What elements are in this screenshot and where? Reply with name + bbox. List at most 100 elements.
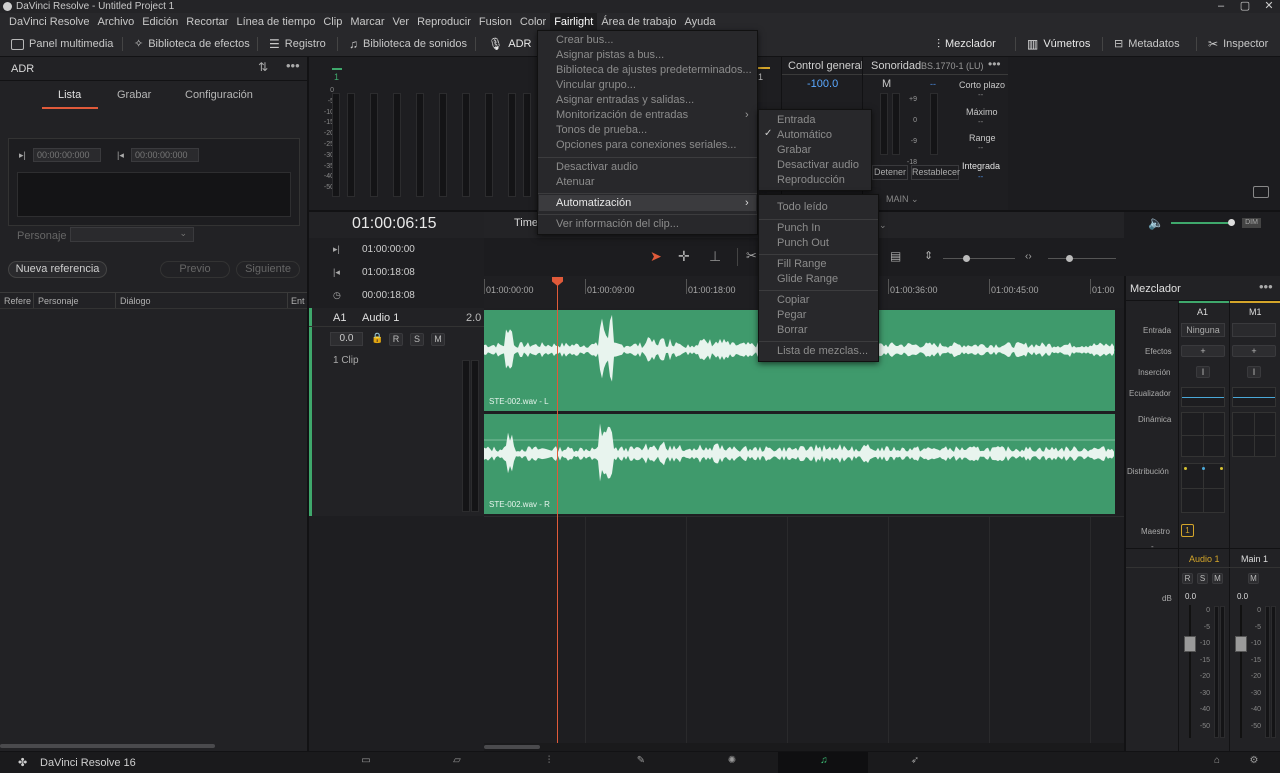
media-page-icon[interactable]: ▭ [359, 755, 373, 767]
adr-button[interactable]: 🎙 ADR [488, 31, 531, 57]
zoom-height-icon[interactable]: ⇕ [924, 249, 933, 262]
submenu-borrar[interactable]: Borrar [777, 323, 808, 338]
monitor-volume-handle[interactable] [1228, 219, 1235, 226]
cut-page-icon[interactable]: ▱ [450, 755, 464, 767]
menu-linea-de-tiempo[interactable]: Línea de tiempo [232, 13, 319, 31]
tc-out-field[interactable]: 00:00:00:000 [131, 148, 199, 162]
submenu-grabar[interactable]: Grabar [777, 143, 811, 158]
dynamics-a1-graph[interactable] [1181, 412, 1225, 457]
tc-in-field[interactable]: 00:00:00:000 [33, 148, 101, 162]
col-entry[interactable]: Ent [291, 296, 305, 306]
tab-lista[interactable]: Lista [58, 89, 81, 101]
solo-button[interactable]: S [410, 333, 424, 346]
menu-item-asignar-pistas[interactable]: Asignar pistas a bus... [556, 48, 664, 63]
effects-library-button[interactable]: ✧ Biblioteca de efectos [134, 31, 250, 57]
col-dialogue[interactable]: Diálogo [120, 296, 151, 306]
current-timecode[interactable]: 01:00:06:15 [352, 215, 437, 233]
settings-gear-icon[interactable]: ⚙ [1247, 755, 1261, 767]
tab-configuracion[interactable]: Configuración [185, 89, 253, 101]
range-tool-icon[interactable]: ✛ [678, 248, 690, 265]
submenu-punch-out[interactable]: Punch Out [777, 236, 829, 251]
timeline-scrollbar[interactable] [484, 745, 540, 749]
menu-item-asignar-entradas[interactable]: Asignar entradas y salidas... [556, 93, 694, 108]
add-effect-a1-button[interactable]: + [1181, 345, 1225, 357]
dialogue-textarea[interactable] [17, 172, 291, 217]
submenu-entrada[interactable]: Entrada [777, 113, 816, 128]
previous-button[interactable]: Previo [160, 261, 230, 278]
eq-m1-graph[interactable] [1232, 387, 1276, 407]
edit-page-icon[interactable]: ⫶ [542, 755, 556, 767]
character-select[interactable]: ⌄ [70, 227, 194, 242]
media-pool-button[interactable]: Panel multimedia [11, 31, 113, 57]
height-slider-handle[interactable] [963, 255, 970, 262]
panel-options-icon[interactable]: ••• [286, 58, 300, 73]
track-volume[interactable]: 0.0 [330, 332, 363, 346]
log-button[interactable]: ☰ Registro [269, 31, 326, 57]
dim-button[interactable]: DIM [1242, 218, 1261, 228]
menu-area-de-trabajo[interactable]: Área de trabajo [597, 13, 680, 31]
monitor-volume-slider[interactable] [1171, 222, 1231, 224]
zoom-slider[interactable] [1048, 258, 1116, 259]
mixer-solo-button[interactable]: S [1197, 573, 1208, 584]
trim-tool-icon[interactable]: ⊥ [709, 248, 721, 265]
stop-button[interactable]: Detener [872, 165, 908, 180]
mark-out-icon[interactable]: |◂ [117, 150, 124, 161]
menu-marcar[interactable]: Marcar [346, 13, 388, 31]
menu-item-opciones-seriales[interactable]: Opciones para conexiones seriales... [556, 138, 736, 153]
menu-item-atenuar[interactable]: Atenuar [556, 175, 595, 190]
dynamics-m1-graph[interactable] [1232, 412, 1276, 457]
submenu-punch-in[interactable]: Punch In [777, 221, 820, 236]
submenu-reproduccion[interactable]: Reproducción [777, 173, 845, 188]
menu-ayuda[interactable]: Ayuda [681, 13, 720, 31]
minimize-icon[interactable]: – [1210, 0, 1232, 13]
menu-edicion[interactable]: Edición [138, 13, 182, 31]
main-bus-select[interactable]: MAIN ⌄ [886, 194, 919, 205]
submenu-pegar[interactable]: Pegar [777, 308, 806, 323]
close-icon[interactable]: ✕ [1258, 0, 1280, 13]
menu-fusion[interactable]: Fusion [475, 13, 516, 31]
fairlight-page-icon[interactable]: ♫ [817, 755, 831, 767]
submenu-glide-range[interactable]: Glide Range [777, 272, 838, 287]
fader-m1-handle[interactable] [1235, 636, 1247, 652]
menu-fairlight[interactable]: Fairlight [550, 13, 598, 31]
submenu-fill-range[interactable]: Fill Range [777, 257, 827, 272]
record-button[interactable]: R [389, 333, 403, 346]
mark-in-icon[interactable]: ▸| [19, 150, 26, 161]
pan-a1-graph[interactable] [1181, 463, 1225, 513]
razor-tool-icon[interactable]: ✂ [746, 248, 757, 264]
menu-item-automatizacion[interactable]: Automatización [556, 196, 631, 211]
tab-grabar[interactable]: Grabar [117, 89, 151, 101]
adr-list-scrollbar[interactable] [0, 744, 215, 748]
viewer-toggle-icon[interactable] [1253, 186, 1269, 198]
menu-item-crear-bus[interactable]: Crear bus... [556, 33, 613, 48]
reset-button[interactable]: Restablecer [911, 165, 960, 180]
menu-resolve[interactable]: DaVinci Resolve [5, 13, 94, 31]
sound-library-button[interactable]: ♫ Biblioteca de sonidos [349, 31, 467, 57]
loudness-standard[interactable]: BS.1770-1 (LU) [921, 61, 984, 71]
loudness-options-icon[interactable]: ••• [988, 57, 1001, 71]
menu-item-tonos-prueba[interactable]: Tonos de prueba... [556, 123, 647, 138]
menu-item-ver-info-clip[interactable]: Ver información del clip... [556, 217, 679, 232]
audio-clip-right[interactable]: STE-002.wav - R [484, 414, 1115, 514]
new-reference-button[interactable]: Nueva referencia [8, 261, 107, 278]
submenu-automatico[interactable]: Automático [777, 128, 832, 143]
mixer-mute-button[interactable]: M [1212, 573, 1223, 584]
menu-item-monitorizacion[interactable]: Monitorización de entradas [556, 108, 688, 123]
deliver-page-icon[interactable]: ➶ [908, 755, 922, 767]
menu-recortar[interactable]: Recortar [182, 13, 232, 31]
submenu-desactivar-audio[interactable]: Desactivar audio [777, 158, 859, 173]
lock-icon[interactable]: 🔒 [371, 333, 383, 344]
mixer-input-a1[interactable]: Ninguna [1181, 323, 1225, 337]
eq-a1-graph[interactable] [1181, 387, 1225, 407]
col-character[interactable]: Personaje [38, 296, 79, 306]
general-control-value[interactable]: -100.0 [807, 78, 838, 90]
pointer-tool-icon[interactable]: ➤ [650, 248, 662, 265]
inspector-button[interactable]: ✂ Inspector [1208, 31, 1268, 57]
insert-m1-button[interactable]: I [1247, 366, 1261, 378]
zoom-width-icon[interactable]: ‹› [1025, 251, 1032, 262]
mixer-input-m1[interactable] [1232, 323, 1276, 337]
clip-view-icon[interactable]: ▤ [890, 249, 901, 263]
submenu-todo-leido[interactable]: Todo leído [777, 200, 828, 215]
menu-ver[interactable]: Ver [389, 13, 414, 31]
track-name[interactable]: Audio 1 [362, 312, 399, 324]
